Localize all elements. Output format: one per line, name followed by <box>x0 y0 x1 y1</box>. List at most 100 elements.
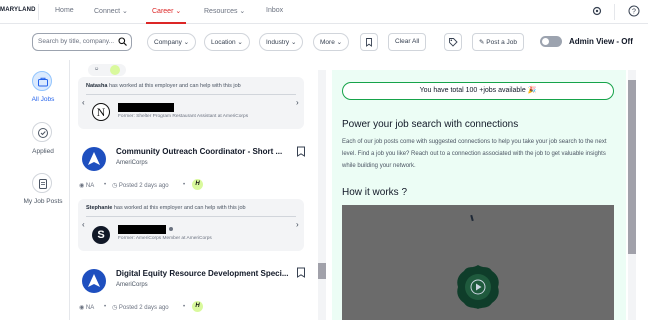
clear-all-button[interactable]: Clear All <box>388 33 427 51</box>
nav-home[interactable]: Home <box>55 7 74 14</box>
clock-icon: ◷ <box>112 183 118 189</box>
applied-button[interactable] <box>32 122 52 142</box>
applied-label[interactable]: Applied <box>8 148 78 155</box>
search-input[interactable]: Search by title, company... <box>32 33 132 51</box>
top-nav: MARYLAND Home Connect ⌄ Career ⌄ Resourc… <box>0 0 648 24</box>
panel-description: Each of our job posts come with suggeste… <box>342 139 607 169</box>
handshake-badge: H <box>192 301 203 312</box>
nav-career-label: Career <box>152 8 174 15</box>
jobs-sidebar: All Jobs Applied My Job Posts <box>0 60 70 320</box>
nav-connect[interactable]: Connect ⌄ <box>94 7 128 15</box>
industry-filter-label: Industry <box>266 39 290 46</box>
check-circle-icon <box>38 128 48 138</box>
redacted-name <box>118 225 166 234</box>
dot-separator: • <box>183 304 186 310</box>
location-pin-icon: ◉ <box>79 183 85 189</box>
video-player[interactable] <box>342 205 614 320</box>
chevron-down-icon: ⌄ <box>183 39 190 46</box>
nav-career[interactable]: Career ⌄ <box>152 7 181 15</box>
divider <box>86 216 296 217</box>
company-logo <box>82 147 106 171</box>
job-location-label: NA <box>85 305 95 311</box>
nav-resources-label: Resources <box>204 8 238 15</box>
more-filter[interactable]: More ⌄ <box>313 33 350 51</box>
play-button[interactable] <box>454 263 502 311</box>
search-icon <box>118 37 127 46</box>
nav-resources[interactable]: Resources ⌄ <box>204 7 245 15</box>
panel-scroll-thumb[interactable] <box>628 80 636 254</box>
connection-subtitle: Former: AmeriCorps Member at AmeriCorps <box>118 236 212 241</box>
connection-avatar[interactable]: S <box>92 226 110 244</box>
help-icon[interactable]: ? <box>628 5 640 17</box>
chevron-down-icon: ⌄ <box>237 39 243 46</box>
job-list-scrollbar[interactable] <box>318 70 326 320</box>
divider <box>86 94 296 95</box>
tag-icon <box>449 38 458 47</box>
chevron-down-icon: ⌄ <box>239 8 246 15</box>
dot-separator: • <box>104 304 107 310</box>
location-filter[interactable]: Location ⌄ <box>204 33 250 51</box>
chevron-right-icon[interactable]: › <box>296 98 299 107</box>
chevron-left-icon[interactable]: ‹ <box>82 220 85 229</box>
all-jobs-button[interactable] <box>32 71 52 91</box>
gear-icon[interactable] <box>591 5 603 17</box>
bookmark-icon <box>366 38 372 47</box>
all-jobs-label[interactable]: All Jobs <box>8 96 78 103</box>
connection-subtitle: Former: Shelter Program Restaurant Assis… <box>118 114 249 119</box>
job-location: ◉ NA <box>79 304 94 311</box>
company-filter-label: Company <box>154 39 182 46</box>
dot-separator: • <box>104 182 107 188</box>
nav-divider <box>614 4 615 20</box>
job-posted: ◷ Posted 2 days ago <box>112 182 169 189</box>
connection-text: has worked at this employer and can help… <box>113 205 246 211</box>
search-placeholder: Search by title, company... <box>38 38 115 45</box>
industry-filter[interactable]: Industry ⌄ <box>259 33 304 51</box>
avatar-letter: N <box>96 105 106 119</box>
job-company: AmeriCorps <box>116 282 148 288</box>
location-pin-icon: ◉ <box>79 305 85 311</box>
handshake-badge: H <box>192 179 203 190</box>
dot-separator: • <box>183 182 186 188</box>
my-job-posts-button[interactable] <box>32 173 52 193</box>
connection-card[interactable]: Stephanie has worked at this employer an… <box>78 199 304 251</box>
chevron-down-icon: ⌄ <box>336 39 343 46</box>
connection-avatar[interactable]: N <box>92 103 110 121</box>
bookmark-icon[interactable] <box>296 267 306 278</box>
panel-heading: Power your job search with connections <box>342 119 519 130</box>
edit-icon: ✎ <box>479 39 485 46</box>
job-location: ◉ NA <box>79 182 94 189</box>
post-job-button[interactable]: ✎ Post a Job <box>472 33 524 51</box>
job-list-scroll-thumb[interactable] <box>318 263 326 279</box>
nav-inbox[interactable]: Inbox <box>266 7 283 14</box>
chevron-down-icon: ⌄ <box>290 39 297 46</box>
briefcase-icon <box>38 77 48 87</box>
connection-card[interactable]: Natasha has worked at this employer and … <box>78 77 304 129</box>
status-dot <box>169 227 173 231</box>
saved-jobs-button[interactable] <box>360 33 378 51</box>
connection-text: has worked at this employer and can help… <box>108 83 241 89</box>
post-job-label: Post a Job <box>486 39 517 46</box>
svg-text:?: ? <box>632 9 636 16</box>
clock-icon: ◷ <box>112 305 118 311</box>
chevron-left-icon[interactable]: ‹ <box>82 98 85 107</box>
chevron-right-icon[interactable]: › <box>296 220 299 229</box>
connection-name: Natasha <box>86 83 108 89</box>
company-logo <box>82 269 106 293</box>
handshake-badge <box>110 65 120 75</box>
chevron-down-icon: ⌄ <box>122 8 128 15</box>
job-title[interactable]: Community Outreach Coordinator - Short .… <box>116 147 282 156</box>
connection-heading: Natasha has worked at this employer and … <box>86 83 241 89</box>
americorps-logo-icon <box>88 274 100 287</box>
job-location-label: NA <box>85 183 95 189</box>
document-icon <box>39 179 47 189</box>
my-job-posts-label[interactable]: My Job Posts <box>8 198 78 205</box>
bookmark-icon[interactable] <box>296 146 306 157</box>
admin-view-label: Admin View - Off <box>569 37 633 46</box>
tag-button[interactable] <box>444 33 462 51</box>
job-title[interactable]: Digital Equity Resource Development Spec… <box>116 269 289 278</box>
brand-logo[interactable]: MARYLAND <box>0 7 36 13</box>
avatar: ☺ <box>94 66 100 72</box>
admin-view-toggle[interactable] <box>540 36 562 47</box>
nav-divider <box>38 4 39 20</box>
company-filter[interactable]: Company ⌄ <box>147 33 197 51</box>
